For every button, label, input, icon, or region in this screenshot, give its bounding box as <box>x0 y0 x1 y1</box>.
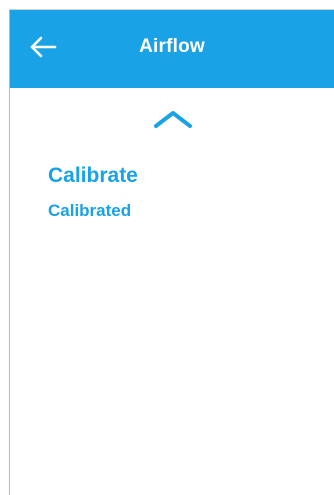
calibrate-button[interactable]: Calibrate <box>48 164 138 188</box>
header-bar: Airflow <box>10 10 334 88</box>
app-frame: Airflow Calibrate Calibrated <box>9 9 334 495</box>
collapse-button[interactable] <box>149 106 197 132</box>
arrow-left-icon <box>30 36 57 58</box>
back-button[interactable] <box>26 32 60 62</box>
calibration-status: Calibrated <box>48 201 132 220</box>
chevron-up-icon <box>154 111 192 128</box>
